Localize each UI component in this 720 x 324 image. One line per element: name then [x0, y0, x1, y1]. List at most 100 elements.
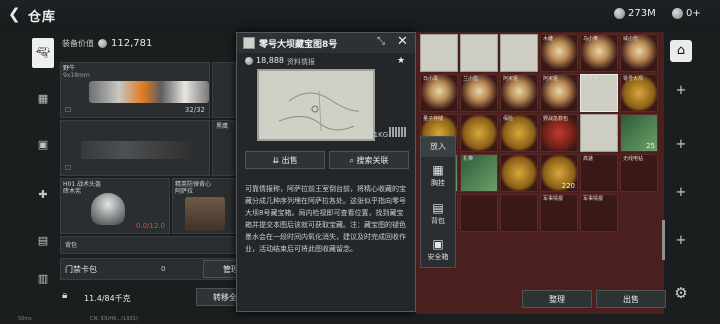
- inventory-cell[interactable]: 阿米娅: [500, 74, 538, 112]
- add-icon-4[interactable]: +: [670, 230, 692, 252]
- inventory-cell[interactable]: 日小黑: [420, 74, 458, 112]
- vault-icon[interactable]: ⌂: [670, 40, 692, 62]
- melee-slot[interactable]: 黑鹰: [212, 120, 236, 176]
- chest-rig-button[interactable]: ▦ 胸挂: [421, 159, 455, 192]
- inventory-cell[interactable]: [500, 34, 538, 72]
- helmet-sub: 砖木宪: [63, 188, 82, 195]
- coin-icon: [98, 39, 107, 48]
- nav-bag-icon[interactable]: ▤: [32, 228, 54, 254]
- helmet-name: H01 战术头盔: [63, 181, 102, 188]
- inventory-cell[interactable]: [460, 34, 498, 72]
- safe-box-icon: ▣: [432, 237, 444, 251]
- inventory-sell-button[interactable]: 出售: [596, 290, 666, 308]
- backpack-button[interactable]: ▤ 背包: [421, 197, 455, 230]
- chest-rig-label: 胸挂: [431, 179, 445, 187]
- inventory-cell-label: 威小光: [623, 36, 639, 42]
- keycard-bag-count: 0: [161, 265, 166, 273]
- nav-vest-icon[interactable]: ▦: [32, 86, 54, 112]
- ammo-count: 32/32: [184, 106, 205, 114]
- inventory-cell[interactable]: 木雕: [540, 34, 578, 72]
- inventory-cell[interactable]: 25: [620, 114, 658, 152]
- helmet-slot[interactable]: H01 战术头盔 砖木宪 0.0/12.0: [60, 178, 170, 234]
- top-bar: [0, 0, 720, 30]
- inventory-cell-label: 木雕: [543, 36, 554, 42]
- add-icon-2[interactable]: +: [670, 134, 692, 156]
- inventory-cell[interactable]: 零号大坝: [620, 74, 658, 112]
- coin-icon: [614, 8, 625, 19]
- inventory-cell[interactable]: 220: [540, 154, 578, 192]
- keycard-bag-row[interactable]: 门禁卡包 0 管理: [60, 258, 260, 280]
- backpack-slot[interactable]: 背包: [60, 236, 236, 254]
- inventory-cell[interactable]: 阿米娅: [540, 74, 578, 112]
- sort-button[interactable]: 整理: [522, 290, 592, 308]
- settings-gear-icon[interactable]: ⚙: [670, 282, 692, 304]
- inventory-cell-label: 无线电钻: [623, 156, 644, 162]
- side-action-menu: 放入 ▦ 胸挂 ▤ 背包 ▣ 安全箱: [420, 136, 456, 268]
- add-icon-3[interactable]: +: [670, 182, 692, 204]
- nav-armor-icon[interactable]: ▣: [32, 132, 54, 158]
- favorite-star-icon[interactable]: ★: [397, 56, 405, 66]
- close-icon[interactable]: ✕: [397, 34, 408, 49]
- inventory-cell[interactable]: 无线电钻: [620, 154, 658, 192]
- inventory-cell[interactable]: 威小光: [620, 34, 658, 72]
- item-detail-card: 零号大坝藏宝图8号 ⤡ ✕ 18,888 资料情报 ★ 0.1KG ⇊ 出售 ⌕…: [236, 32, 416, 312]
- attachment-slot[interactable]: [212, 62, 236, 118]
- inventory-cell[interactable]: 野战急救包: [540, 114, 578, 152]
- inventory-cell-label: 零号大坝: [623, 76, 644, 82]
- card-description: 可靠情报称，阿萨拉前王室倒台前，将精心收藏的宝藏分成几种序列埋在阿萨拉各处。这张…: [245, 185, 406, 253]
- nav-medkit-icon[interactable]: ✚: [32, 182, 54, 208]
- armor-image: [185, 197, 225, 231]
- inventory-cell-label: 扎带: [463, 156, 474, 162]
- primary-weapon-slot[interactable]: 野牛 9x19mm 32/32 ☐: [60, 62, 210, 118]
- armor-sub: 阿萨拉: [175, 188, 194, 195]
- inventory-cell[interactable]: [460, 194, 498, 232]
- inventory-cell[interactable]: 扎带: [460, 154, 498, 192]
- put-in-button[interactable]: 放入: [421, 137, 455, 157]
- sell-button[interactable]: ⇊ 出售: [245, 151, 325, 169]
- currency-display-1: 273M: [614, 8, 656, 19]
- inventory-cell[interactable]: 军事情报: [580, 194, 618, 232]
- chest-rig-icon: ▦: [432, 163, 444, 177]
- inventory-cell-label: 阿米娅: [543, 76, 559, 82]
- inventory-cell[interactable]: [580, 114, 618, 152]
- inventory-cell[interactable]: [420, 34, 458, 72]
- inventory-cell-label: 军事情报: [583, 196, 604, 202]
- secondary-weapon-image: [81, 141, 191, 159]
- inventory-cell[interactable]: 兰小蓝: [460, 74, 498, 112]
- inventory-cell-label: 零号大: [583, 76, 599, 82]
- card-price: 18,888: [245, 56, 284, 65]
- left-nav: 🔫︎ ▦ ▣ ✚ ▤ ▥: [30, 32, 54, 324]
- card-price-value: 18,888: [256, 56, 284, 65]
- secondary-weapon-slot[interactable]: ☐: [60, 120, 210, 176]
- armor-slot[interactable]: 精英防弹背心 阿萨拉: [172, 178, 236, 234]
- inventory-cell[interactable]: [460, 114, 498, 152]
- inventory-cell[interactable]: [500, 154, 538, 192]
- card-weight: 0.1KG: [367, 131, 389, 139]
- card-title: 零号大坝藏宝图8号: [259, 40, 338, 50]
- weapon-image: [89, 81, 209, 103]
- inventory-cell[interactable]: 乌小黄: [580, 34, 618, 72]
- inventory-cell-label: 兰小蓝: [463, 76, 479, 82]
- inventory-cell[interactable]: [500, 194, 538, 232]
- back-button[interactable]: ❮: [8, 6, 24, 22]
- inventory-cell[interactable]: 保险: [500, 114, 538, 152]
- page-title: 仓库: [28, 10, 57, 25]
- nav-briefcase-icon[interactable]: ▥: [32, 266, 54, 292]
- safe-box-button[interactable]: ▣ 安全箱: [421, 233, 455, 266]
- nav-gun-icon[interactable]: 🔫︎: [32, 38, 54, 68]
- inventory-cell[interactable]: 军事情报: [540, 194, 578, 232]
- network-status: ​50ms: [18, 316, 32, 322]
- weight-icon: 🔒︎: [62, 290, 68, 301]
- helmet-image: [91, 193, 125, 225]
- inventory-cell[interactable]: 高速: [580, 154, 618, 192]
- currency-display-2[interactable]: 0+: [672, 8, 701, 19]
- add-icon[interactable]: +: [670, 80, 692, 102]
- inventory-scrollbar[interactable]: [662, 220, 665, 260]
- primary-weapon-caliber: 9x19mm: [63, 72, 90, 79]
- collapse-icon[interactable]: ⤡: [377, 36, 385, 47]
- attachment-icon: ☐: [65, 106, 72, 114]
- inventory-cell[interactable]: 零号大: [580, 74, 618, 112]
- backpack-action-label: 背包: [431, 217, 445, 225]
- search-related-button[interactable]: ⌕ 搜索关联: [329, 151, 409, 169]
- search-icon: ⌕: [349, 156, 357, 165]
